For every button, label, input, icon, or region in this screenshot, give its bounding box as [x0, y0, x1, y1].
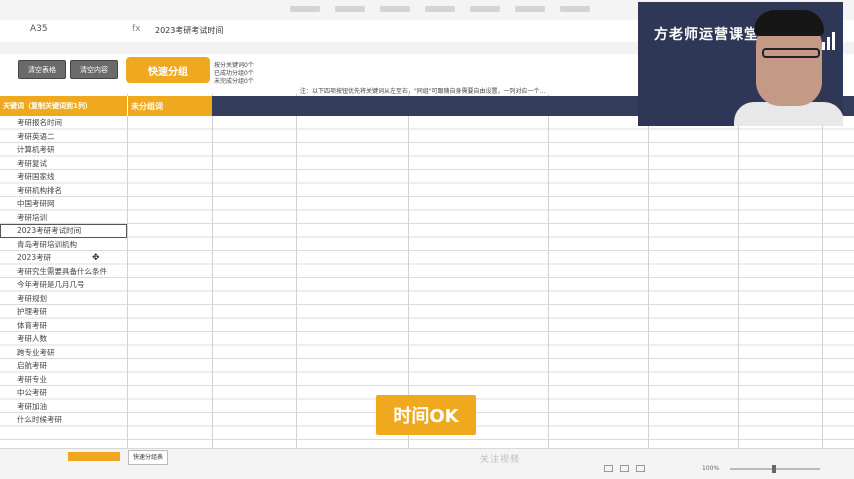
clear-content-button[interactable]: 清空内容: [70, 60, 118, 79]
page-layout-icon[interactable]: [620, 465, 629, 472]
ribbon-tool[interactable]: [515, 6, 545, 12]
keyword-column-header[interactable]: 关键词（复制关键词到1列）: [0, 96, 127, 116]
ungrouped-column-header[interactable]: 未分组词: [127, 96, 212, 116]
normal-view-icon[interactable]: [604, 465, 613, 472]
keyword-cell[interactable]: 体育考研: [0, 319, 127, 333]
quick-group-button[interactable]: 快速分组: [126, 57, 210, 83]
keyword-cell[interactable]: 今年考研是几月几号: [0, 278, 127, 292]
keyword-cell[interactable]: 考研国家线: [0, 170, 127, 184]
clear-table-button[interactable]: 清空表格: [18, 60, 66, 79]
stats-line: 已成功分组0个: [214, 70, 254, 77]
bars-logo-icon: [822, 32, 835, 50]
subtitle-caption: 时间OK: [376, 395, 476, 435]
keyword-cell[interactable]: 跨专业考研: [0, 346, 127, 360]
mouse-cursor-icon: ✥: [92, 253, 100, 263]
keyword-cell[interactable]: 考研规划: [0, 292, 127, 306]
ribbon-tool[interactable]: [290, 6, 320, 12]
keyword-cell[interactable]: 考研报名时间: [0, 116, 127, 130]
instruction-note: 注：以下四项按钮优先将关键词从左至右，"同组"可跟随自身需要自由设置，一列对应一…: [300, 88, 546, 95]
keyword-cell[interactable]: 护理考研: [0, 305, 127, 319]
sheet-tab-accent: [68, 452, 120, 461]
keyword-cell[interactable]: 中公考研: [0, 386, 127, 400]
fx-icon[interactable]: fx: [132, 24, 141, 34]
keyword-cell[interactable]: 考研复试: [0, 157, 127, 171]
keyword-cell[interactable]: 考研人数: [0, 332, 127, 346]
cell-reference-box[interactable]: A35: [30, 24, 48, 34]
ribbon-tool[interactable]: [425, 6, 455, 12]
keyword-cell[interactable]: 考研英语二: [0, 130, 127, 144]
sheet-tab[interactable]: 快速分组表: [128, 450, 169, 465]
keyword-cell[interactable]: 启航考研: [0, 359, 127, 373]
watermark-text: 关注视频: [480, 455, 521, 465]
ribbon-tool[interactable]: [380, 6, 410, 12]
stats-line: 未完成分组0个: [214, 78, 254, 85]
ribbon-tool[interactable]: [335, 6, 365, 12]
page-break-icon[interactable]: [636, 465, 645, 472]
zoom-slider-knob[interactable]: [772, 465, 776, 473]
video-overlay-text: 方老师运营课堂: [654, 27, 759, 43]
keyword-cell[interactable]: 2023考研: [0, 251, 127, 265]
keyword-cell-selected[interactable]: 2023考研考试时间: [0, 224, 127, 238]
ribbon-tool[interactable]: [560, 6, 590, 12]
stats-panel: 按分关键词0个 已成功分组0个 未完成分组0个: [214, 62, 254, 86]
keyword-cell[interactable]: 考研加油: [0, 400, 127, 414]
presenter-glasses: [762, 48, 820, 58]
keyword-cell[interactable]: 什么时候考研: [0, 413, 127, 427]
keyword-cell[interactable]: 考研机构排名: [0, 184, 127, 198]
keyword-cell[interactable]: 考研专业: [0, 373, 127, 387]
keyword-cell[interactable]: 考研究生需要具备什么条件: [0, 265, 127, 279]
presenter-hair: [754, 10, 824, 36]
keyword-cell[interactable]: 考研培训: [0, 211, 127, 225]
ribbon-tool[interactable]: [470, 6, 500, 12]
stats-line: 按分关键词0个: [214, 62, 254, 69]
zoom-level: 100%: [702, 465, 720, 472]
keyword-list: 考研报名时间 考研英语二 计算机考研 考研复试 考研国家线 考研机构排名 中国考研网 考研培训…: [0, 116, 127, 427]
formula-input[interactable]: 2023考研考试时间: [155, 25, 223, 36]
keyword-cell[interactable]: 计算机考研: [0, 143, 127, 157]
presenter-video: 方老师运营课堂: [638, 2, 843, 126]
keyword-cell[interactable]: 中国考研网: [0, 197, 127, 211]
keyword-cell[interactable]: 青岛考研培训机构: [0, 238, 127, 252]
